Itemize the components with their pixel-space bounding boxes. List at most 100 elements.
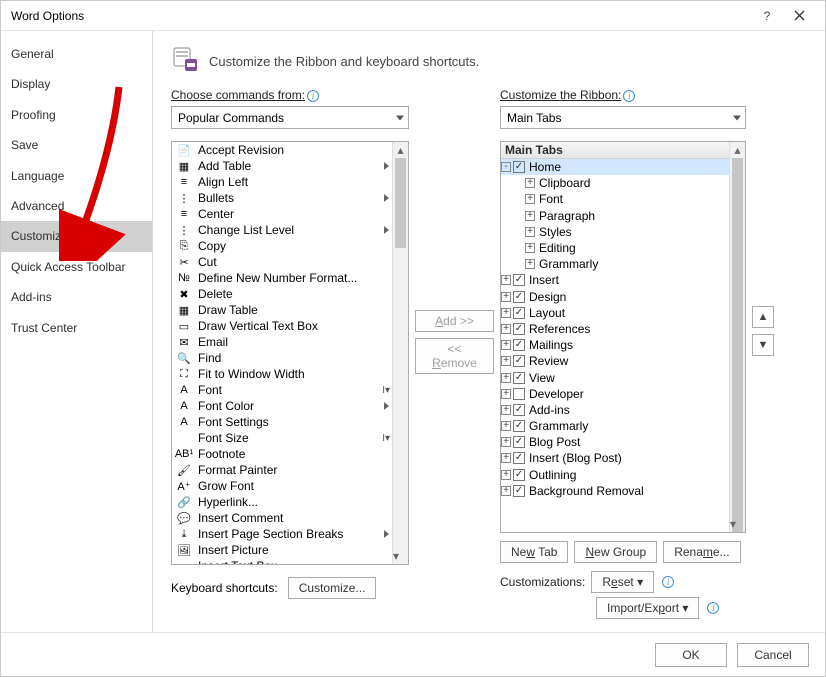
ribbon-tree[interactable]: Main Tabs-Home +Clipboard +Font +Paragra… bbox=[500, 141, 746, 533]
scroll-down-button[interactable]: ▾ bbox=[730, 516, 736, 532]
tree-row[interactable]: +Developer bbox=[501, 386, 729, 402]
tree-row[interactable]: +Insert bbox=[501, 272, 729, 288]
checkbox[interactable] bbox=[513, 339, 525, 351]
scroll-thumb[interactable] bbox=[732, 158, 743, 533]
tree-row[interactable]: +Outlining bbox=[501, 467, 729, 483]
command-item[interactable]: ⎘Copy bbox=[172, 238, 392, 254]
sidebar-item-advanced[interactable]: Advanced bbox=[1, 191, 152, 221]
help-button[interactable]: ? bbox=[751, 1, 783, 31]
import-export-button[interactable]: Import/Export ▾ bbox=[596, 597, 699, 619]
expand-icon[interactable]: + bbox=[525, 194, 535, 204]
scroll-up-button[interactable]: ▴ bbox=[393, 142, 408, 158]
tree-row[interactable]: +Background Removal bbox=[501, 483, 729, 499]
command-item[interactable]: 🔗Hyperlink... bbox=[172, 494, 392, 510]
expand-icon[interactable]: + bbox=[501, 324, 511, 334]
expand-icon[interactable]: + bbox=[501, 470, 511, 480]
customize-ribbon-combo[interactable]: Main Tabs bbox=[500, 106, 746, 129]
expand-icon[interactable]: + bbox=[525, 227, 535, 237]
checkbox[interactable] bbox=[513, 161, 525, 173]
command-item[interactable]: ✖Delete bbox=[172, 286, 392, 302]
tree-row[interactable]: +Review bbox=[501, 353, 729, 369]
checkbox[interactable] bbox=[513, 436, 525, 448]
command-item[interactable]: A⁺Grow Font bbox=[172, 478, 392, 494]
sidebar-item-addins[interactable]: Add-ins bbox=[1, 282, 152, 312]
tree-row[interactable]: +Layout bbox=[501, 305, 729, 321]
add-button[interactable]: Add >> bbox=[415, 310, 494, 332]
sidebar-item-language[interactable]: Language bbox=[1, 161, 152, 191]
tree-row[interactable]: +Grammarly bbox=[501, 418, 729, 434]
checkbox[interactable] bbox=[513, 355, 525, 367]
command-item[interactable]: ⋮Change List Level bbox=[172, 222, 392, 238]
rename-button[interactable]: Rename... bbox=[663, 541, 740, 563]
expand-icon[interactable]: + bbox=[525, 243, 535, 253]
tree-row[interactable]: +Blog Post bbox=[501, 434, 729, 450]
checkbox[interactable] bbox=[513, 388, 525, 400]
command-item[interactable]: №Define New Number Format... bbox=[172, 270, 392, 286]
tree-row[interactable]: +View bbox=[501, 369, 729, 385]
command-item[interactable]: ▭Insert Text Box bbox=[172, 558, 392, 564]
command-item[interactable]: 💬Insert Comment bbox=[172, 510, 392, 526]
tree-row[interactable]: +References bbox=[501, 321, 729, 337]
tree-row[interactable]: +Design bbox=[501, 289, 729, 305]
expand-icon[interactable]: + bbox=[501, 405, 511, 415]
expand-icon[interactable]: + bbox=[525, 211, 535, 221]
cancel-button[interactable]: Cancel bbox=[737, 643, 809, 667]
command-item[interactable]: ✂Cut bbox=[172, 254, 392, 270]
move-down-button[interactable]: ▼ bbox=[752, 334, 774, 356]
checkbox[interactable] bbox=[513, 372, 525, 384]
sidebar-item-trust-center[interactable]: Trust Center bbox=[1, 313, 152, 343]
command-item[interactable]: ⋮Bullets bbox=[172, 190, 392, 206]
checkbox[interactable] bbox=[513, 323, 525, 335]
keyboard-customize-button[interactable]: Customize... bbox=[288, 577, 377, 599]
info-icon[interactable]: i bbox=[707, 602, 719, 614]
tree-row[interactable]: +Grammarly bbox=[501, 256, 729, 272]
command-item[interactable]: ⛶Fit to Window Width bbox=[172, 366, 392, 382]
expand-icon[interactable]: + bbox=[501, 340, 511, 350]
expand-icon[interactable]: + bbox=[501, 453, 511, 463]
command-item[interactable]: ✉Email bbox=[172, 334, 392, 350]
sidebar-item-save[interactable]: Save bbox=[1, 130, 152, 160]
expand-icon[interactable]: + bbox=[501, 373, 511, 383]
tree-row[interactable]: +Clipboard bbox=[501, 175, 729, 191]
command-item[interactable]: 📄Accept Revision bbox=[172, 142, 392, 158]
scroll-thumb[interactable] bbox=[395, 158, 406, 248]
expand-icon[interactable]: + bbox=[525, 178, 535, 188]
choose-commands-combo[interactable]: Popular Commands bbox=[171, 106, 409, 129]
tree-row[interactable]: +Add-ins bbox=[501, 402, 729, 418]
close-button[interactable] bbox=[783, 1, 815, 31]
sidebar-item-display[interactable]: Display bbox=[1, 69, 152, 99]
command-item[interactable]: AFont Color bbox=[172, 398, 392, 414]
tree-row[interactable]: +Font bbox=[501, 191, 729, 207]
collapse-icon[interactable]: - bbox=[501, 162, 511, 172]
info-icon[interactable]: i bbox=[662, 576, 674, 588]
checkbox[interactable] bbox=[513, 485, 525, 497]
new-tab-button[interactable]: New Tab bbox=[500, 541, 568, 563]
command-item[interactable]: AB¹Footnote bbox=[172, 446, 392, 462]
checkbox[interactable] bbox=[513, 274, 525, 286]
tree-row[interactable]: +Editing bbox=[501, 240, 729, 256]
expand-icon[interactable]: + bbox=[501, 308, 511, 318]
tree-row[interactable]: -Home bbox=[501, 159, 729, 175]
command-item[interactable]: Font SizeI▾ bbox=[172, 430, 392, 446]
sidebar-item-qat[interactable]: Quick Access Toolbar bbox=[1, 252, 152, 282]
tree-row[interactable]: +Mailings bbox=[501, 337, 729, 353]
reset-button[interactable]: Reset ▾ bbox=[591, 571, 654, 593]
command-item[interactable]: ≡Center bbox=[172, 206, 392, 222]
info-icon[interactable]: i bbox=[307, 90, 319, 102]
expand-icon[interactable]: + bbox=[501, 486, 511, 496]
tree-row[interactable]: +Styles bbox=[501, 224, 729, 240]
tree-row[interactable]: +Insert (Blog Post) bbox=[501, 450, 729, 466]
scroll-down-button[interactable]: ▾ bbox=[393, 548, 399, 564]
checkbox[interactable] bbox=[513, 469, 525, 481]
command-item[interactable]: 🔍Find bbox=[172, 350, 392, 366]
command-item[interactable]: ⤓Insert Page Section Breaks bbox=[172, 526, 392, 542]
info-icon[interactable]: i bbox=[623, 90, 635, 102]
ok-button[interactable]: OK bbox=[655, 643, 727, 667]
expand-icon[interactable]: + bbox=[501, 389, 511, 399]
scrollbar[interactable]: ▴ ▾ bbox=[729, 142, 745, 532]
command-item[interactable]: ▭Draw Vertical Text Box bbox=[172, 318, 392, 334]
sidebar-item-customize-ribbon[interactable]: Customize Ribbon bbox=[1, 221, 152, 251]
command-item[interactable]: 🖌Format Painter bbox=[172, 462, 392, 478]
expand-icon[interactable]: + bbox=[501, 275, 511, 285]
tree-row[interactable]: +Paragraph bbox=[501, 208, 729, 224]
